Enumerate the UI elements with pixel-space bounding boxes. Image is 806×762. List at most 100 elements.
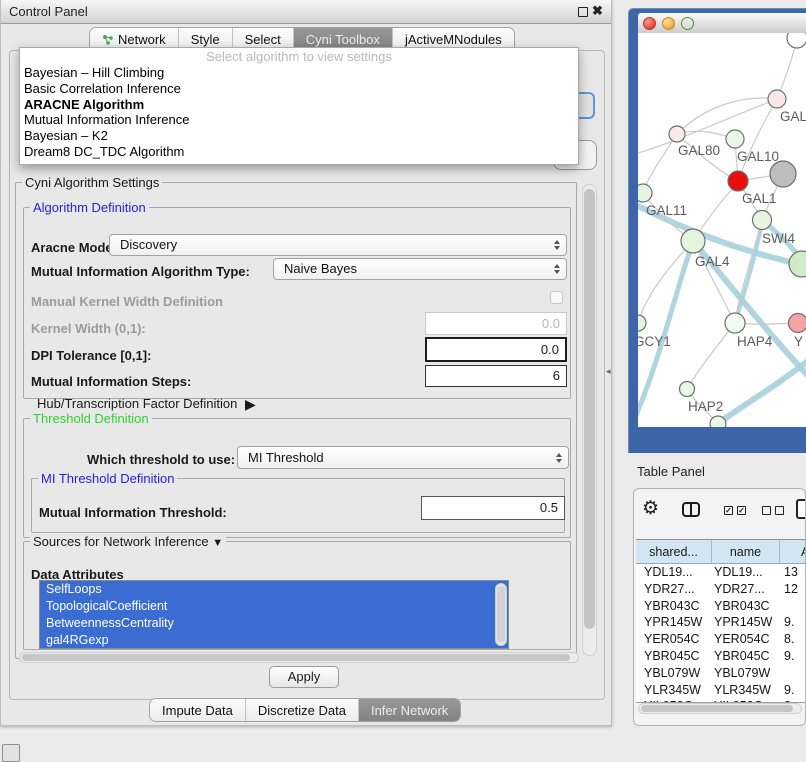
network-node-gal1[interactable]	[753, 211, 772, 230]
mi-steps-label: Mutual Information Steps:	[31, 374, 191, 389]
attribute-item-selected[interactable]: SelfLoops	[40, 581, 508, 598]
apply-button[interactable]: Apply	[269, 666, 339, 688]
table-cell: 9.	[780, 648, 806, 665]
mi-threshold-field[interactable]: 0.5	[421, 496, 565, 520]
algorithm-option[interactable]: Bayesian – K2	[20, 128, 578, 144]
attribute-item-selected[interactable]: gal4RGexp	[40, 632, 508, 649]
network-edge[interactable]	[687, 323, 735, 389]
combo-value: MI Threshold	[248, 447, 568, 468]
table-row[interactable]: YDR27...YDR27...12	[636, 581, 806, 598]
algorithm-option[interactable]: Dream8 DC_TDC Algorithm	[20, 144, 578, 160]
sources-title-label: Sources for Network Inference	[33, 534, 209, 549]
algorithm-option[interactable]: ARACNE Algorithm	[20, 97, 578, 113]
column-header[interactable]: A	[780, 540, 806, 563]
tab-infer-network[interactable]: Infer Network	[359, 699, 460, 721]
settings-horizontal-scrollbar[interactable]	[19, 652, 579, 663]
float-window-icon[interactable]	[578, 7, 588, 17]
table-horizontal-scrollbar[interactable]	[638, 703, 802, 714]
network-edge[interactable]	[638, 241, 693, 323]
table-row[interactable]: YBL079WYBL079W	[636, 665, 806, 682]
docked-panel-icon[interactable]	[2, 744, 20, 762]
settings-vertical-scrollbar[interactable]	[582, 184, 597, 656]
popup-placeholder: Select algorithm to view settings	[20, 48, 578, 65]
table-row[interactable]: YER054CYER054C8.	[636, 631, 806, 648]
algorithm-option[interactable]: Mutual Information Inference	[20, 112, 578, 128]
close-icon[interactable]: ✖	[592, 3, 603, 19]
tab-discretize-data[interactable]: Discretize Data	[246, 699, 359, 721]
table-row[interactable]: YBR043CYBR043C	[636, 598, 806, 615]
network-node-gal11[interactable]	[638, 184, 652, 202]
column-header[interactable]: name	[712, 540, 780, 563]
network-canvas[interactable]: GALGAL80GAL10GAL1GAL11SWI4GAL4GCY1HAP4YH…	[638, 33, 806, 427]
scrollbar-thumb[interactable]	[584, 189, 595, 629]
sources-title[interactable]: Sources for Network Inference ▼	[30, 534, 226, 551]
scrollbar-thumb[interactable]	[497, 586, 505, 642]
mi-steps-field[interactable]: 6	[425, 365, 567, 387]
tab-label: Select	[245, 32, 281, 47]
network-node-hap2[interactable]	[680, 382, 695, 397]
network-node-gal80[interactable]	[669, 126, 685, 142]
table-row[interactable]: YBR045CYBR045C9.	[636, 648, 806, 665]
network-node-gcy1[interactable]	[638, 315, 646, 331]
tab-impute-data[interactable]: Impute Data	[150, 699, 246, 721]
algorithm-option[interactable]: Bayesian – Hill Climbing	[20, 65, 578, 81]
column-layout-icon[interactable]	[682, 502, 700, 517]
network-edge[interactable]	[677, 98, 777, 134]
algorithm-option[interactable]: Basic Correlation Inference	[20, 81, 578, 97]
scrollbar-thumb[interactable]	[22, 654, 570, 661]
group-title: Threshold Definition	[30, 411, 152, 426]
kernel-width-field[interactable]: 0.0	[425, 312, 567, 335]
table-row[interactable]: YLR345WYLR345W9.	[636, 682, 806, 699]
minimize-traffic-light[interactable]	[662, 17, 675, 30]
gear-icon[interactable]: ⚙	[642, 497, 659, 520]
data-attributes-list[interactable]: SelfLoopsTopologicalCoefficientBetweenne…	[39, 580, 509, 649]
checked-box-icon[interactable]: ✓	[724, 506, 733, 515]
which-threshold-combo[interactable]: MI Threshold	[237, 446, 569, 469]
scrollbar-thumb[interactable]	[641, 705, 793, 712]
network-node-gal4[interactable]	[681, 229, 705, 253]
splitter-collapse-icon[interactable]: ◂	[606, 366, 611, 377]
network-node-y[interactable]	[789, 314, 806, 333]
table-panel: ⚙ ✓ ✓ shared...nameA YDL19...YDL19...13Y…	[633, 488, 806, 726]
mi-threshold-label: Mutual Information Threshold:	[39, 505, 227, 520]
node-label: GAL4	[695, 254, 730, 269]
network-node-gal10[interactable]	[726, 130, 744, 148]
table-row[interactable]: YDL19...YDL19...13	[636, 564, 806, 581]
node-label: GAL11	[646, 203, 687, 218]
unchecked-box-icon[interactable]	[762, 506, 771, 515]
expander-down-icon[interactable]: ▼	[212, 537, 223, 549]
network-node[interactable]	[787, 33, 806, 48]
network-node[interactable]	[710, 416, 726, 427]
attribute-item-selected[interactable]: TopologicalCoefficient	[40, 598, 508, 615]
network-edge[interactable]	[643, 134, 677, 193]
checked-box-icon[interactable]: ✓	[737, 506, 746, 515]
node-table[interactable]: shared...nameA YDL19...YDL19...13YDR27..…	[636, 539, 806, 703]
table-cell	[780, 665, 806, 682]
unchecked-box-icon[interactable]	[775, 506, 784, 515]
table-row[interactable]: YPR145WYPR145W9.	[636, 614, 806, 631]
column-header[interactable]: shared...	[636, 540, 712, 563]
close-traffic-light[interactable]	[643, 17, 656, 30]
network-node-gal[interactable]	[768, 90, 786, 108]
network-graph: GALGAL80GAL10GAL1GAL11SWI4GAL4GCY1HAP4YH…	[638, 33, 806, 427]
dpi-tolerance-field[interactable]: 0.0	[425, 337, 567, 362]
network-node-hap4[interactable]	[725, 313, 745, 333]
list-vertical-scrollbar[interactable]	[495, 583, 507, 646]
network-node[interactable]	[770, 161, 796, 187]
field-value: 0.5	[540, 500, 558, 515]
mi-type-combo[interactable]: Naive Bayes	[273, 258, 567, 280]
tab-label: Cyni Toolbox	[306, 32, 380, 47]
manual-kernel-checkbox[interactable]	[550, 291, 563, 304]
network-node[interactable]	[728, 171, 748, 191]
group-title: Cyni Algorithm Settings	[22, 175, 162, 190]
hub-definition-expander[interactable]: Hub/Transcription Factor Definition ▶	[37, 396, 252, 411]
page-icon[interactable]	[796, 499, 806, 519]
zoom-traffic-light[interactable]	[681, 17, 694, 30]
attribute-item-selected[interactable]: BetweennessCentrality	[40, 615, 508, 632]
network-edge[interactable]	[716, 359, 806, 425]
aracne-mode-label: Aracne Mode:	[31, 240, 117, 255]
window-title: Control Panel	[9, 0, 88, 23]
network-node-swi4[interactable]	[789, 251, 806, 277]
aracne-mode-combo[interactable]: Discovery	[109, 234, 567, 256]
expander-right-icon[interactable]: ▶	[245, 396, 256, 412]
